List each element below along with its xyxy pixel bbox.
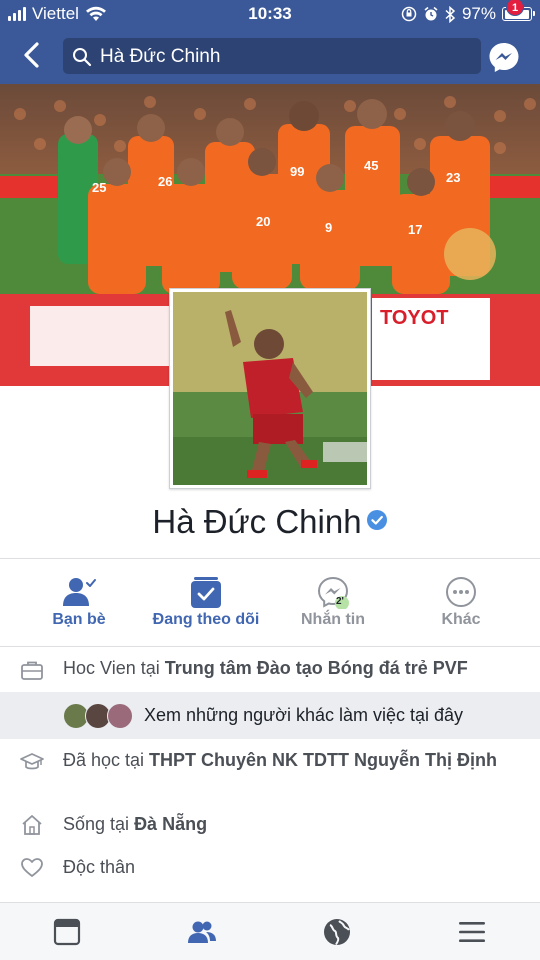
message-button[interactable]: 2' Nhắn tin [268,569,398,639]
message-label: Nhắn tin [301,611,365,628]
menu-hamburger-icon[interactable] [457,917,487,947]
work-text: Hoc Vien tại Trung tâm Đào tạo Bóng đá t… [63,657,520,679]
svg-text:23: 23 [446,170,460,185]
relationship-info-row[interactable]: Độc thân [0,856,540,884]
briefcase-icon [21,661,43,680]
alarm-icon [424,6,438,21]
svg-text:20: 20 [256,214,270,229]
avatar [107,703,133,729]
battery-percent: 97% [461,4,496,23]
svg-text:99: 99 [290,164,304,179]
svg-text:TOYOT: TOYOT [380,307,449,329]
messenger-button-icon[interactable] [486,39,522,75]
notifications-globe-icon[interactable] [322,917,352,947]
relationship-text: Độc thân [63,857,136,877]
education-info-row[interactable]: Đã học tại THPT Chuyên NK TDTT Nguyễn Th… [0,749,540,795]
top-navigation-bar: Viettel 10:33 97% Hà Đức Chinh 1 [0,0,540,84]
message-badge: 2' [336,596,344,607]
education-prefix: Đã học tại [63,750,150,770]
work-place[interactable]: Trung tâm Đào tạo Bóng đá trẻ PVF [165,658,468,678]
more-button[interactable]: Khác [396,569,526,639]
more-label: Khác [441,611,481,628]
orientation-lock-icon [401,6,417,22]
profile-name: Hà Đức Chinh [152,503,362,540]
search-input[interactable]: Hà Đức Chinh [63,38,481,74]
back-arrow-icon[interactable] [18,40,48,70]
coworkers-row[interactable]: Xem những người khác làm việc tại đây [0,692,540,739]
svg-text:17: 17 [408,222,422,237]
location-info-row[interactable]: Sống tại Đà Nẵng [0,813,540,841]
profile-actions: Bạn bè Đang theo dõi 2' Nhắn tin Khác [0,569,540,639]
more-icon [446,577,476,607]
location-text: Sống tại Đà Nẵng [63,813,520,835]
education-place[interactable]: THPT Chuyên NK TDTT Nguyễn Thị Định [149,750,497,770]
svg-text:9: 9 [325,220,332,235]
svg-text:25: 25 [92,180,106,195]
messenger-icon [317,576,349,609]
svg-text:26: 26 [158,174,172,189]
following-button[interactable]: Đang theo dõi [141,569,271,639]
status-bar: Viettel 10:33 97% [0,0,540,28]
graduation-cap-icon [20,753,44,770]
svg-text:45: 45 [364,158,378,173]
heart-icon [21,858,43,877]
profile-name-row: Hà Đức Chinh [0,503,540,547]
education-text: Đã học tại THPT Chuyên NK TDTT Nguyễn Th… [63,749,520,771]
coworker-avatars [63,703,135,729]
following-label: Đang theo dõi [152,611,260,628]
profile-picture[interactable] [169,288,371,489]
friend-requests-icon[interactable] [187,917,217,947]
friends-label: Bạn bè [52,611,106,628]
location-place[interactable]: Đà Nẵng [134,814,207,834]
bluetooth-icon [445,5,456,23]
friends-icon [63,578,96,606]
news-feed-icon[interactable] [52,917,82,947]
divider [0,646,540,647]
friends-button[interactable]: Bạn bè [14,569,144,639]
location-prefix: Sống tại [63,814,135,834]
search-query-text: Hà Đức Chinh [100,46,221,67]
search-icon [73,48,92,67]
work-info-row[interactable]: Hoc Vien tại Trung tâm Đào tạo Bóng đá t… [0,657,540,687]
search-nav-row: Hà Đức Chinh [0,34,540,78]
divider [0,558,540,559]
bottom-tab-bar [0,902,540,960]
coworkers-text: Xem những người khác làm việc tại đây [144,705,464,725]
work-prefix: Hoc Vien tại [63,658,165,678]
home-icon [22,815,42,835]
verified-badge-icon [366,510,387,530]
profile-photo-image [173,292,367,485]
following-check-icon [191,577,221,608]
